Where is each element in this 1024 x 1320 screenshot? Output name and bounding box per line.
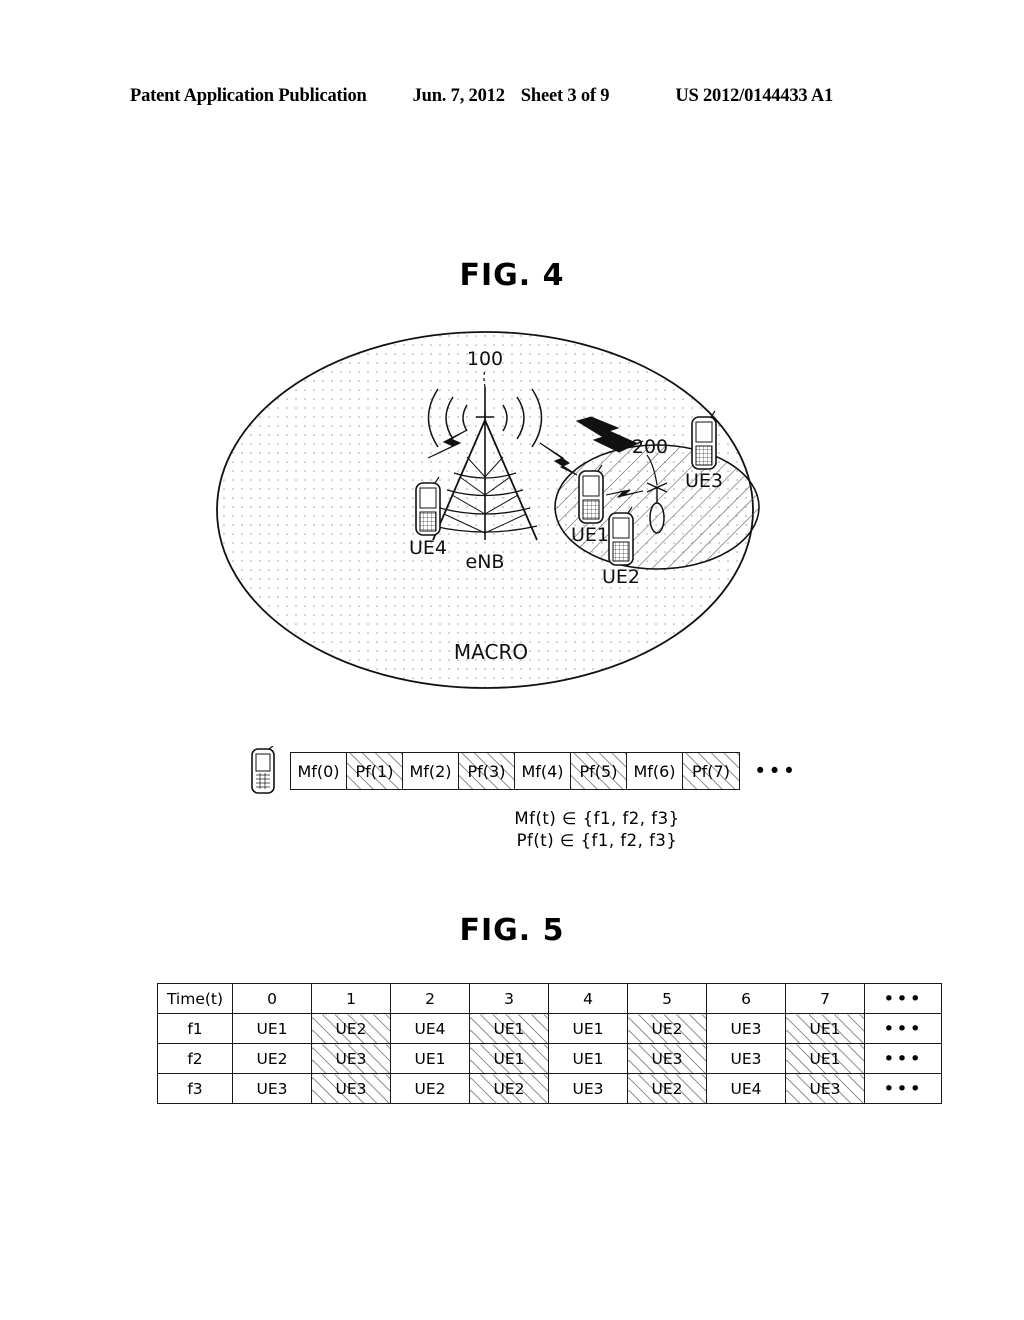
- table-cell-f2-6: UE3: [706, 1043, 786, 1074]
- figure-4-network-diagram: 100 eNB 200 UE4 UE1 UE2 UE3 MACRO: [195, 325, 775, 705]
- table-cell-f2-1: UE3: [311, 1043, 391, 1074]
- table-row: f1 UE1 UE2 UE4 UE1 UE1 UE2 UE3 UE1 •••: [157, 1013, 942, 1044]
- table-cell-f1-7: UE1: [785, 1013, 865, 1044]
- frame-cell-1: Pf(1): [347, 753, 403, 789]
- table-column-header-6: 6: [706, 983, 786, 1014]
- ue-phone-icon: [251, 746, 275, 794]
- small-cell-reference-number: 200: [632, 436, 668, 458]
- table-cell-f3-0: UE3: [232, 1073, 312, 1104]
- table-row-label-f2: f2: [157, 1043, 233, 1074]
- table-cell-f1-2: UE4: [390, 1013, 470, 1044]
- ue1-label: UE1: [571, 524, 609, 546]
- table-cell-f3-1: UE3: [311, 1073, 391, 1104]
- table-column-header-0: 0: [232, 983, 312, 1014]
- frame-sequence-row: Mf(0) Pf(1) Mf(2) Pf(3) Mf(4) Pf(5) Mf(6) Pf(7)…: [290, 752, 797, 790]
- table-header-row: Time(t) 0 1 2 3 4 5 6 7 •••: [157, 983, 942, 1014]
- page-header: Patent Application Publication Jun. 7, 2…: [130, 86, 894, 112]
- table-column-header-4: 4: [548, 983, 628, 1014]
- frame-cell-2: Mf(2): [403, 753, 459, 789]
- frame-cell-0: Mf(0): [291, 753, 347, 789]
- frame-cell-7: Pf(7): [683, 753, 739, 789]
- table-row: f3 UE3 UE3 UE2 UE2 UE3 UE2 UE4 UE3 •••: [157, 1073, 942, 1104]
- frame-cell-4: Mf(4): [515, 753, 571, 789]
- header-sheet-label: Sheet 3 of 9: [520, 86, 610, 106]
- table-cell-f1-1: UE2: [311, 1013, 391, 1044]
- table-cell-f1-5: UE2: [627, 1013, 707, 1044]
- table-cell-f3-2: UE2: [390, 1073, 470, 1104]
- enb-label: eNB: [466, 551, 505, 573]
- table-cell-f3-6: UE4: [706, 1073, 786, 1104]
- ue4-label: UE4: [409, 537, 447, 559]
- frame-sequence-diagram: Mf(0) Pf(1) Mf(2) Pf(3) Mf(4) Pf(5) Mf(6) Pf(7)…: [248, 742, 795, 806]
- table-column-header-2: 2: [390, 983, 470, 1014]
- ue4-phone-icon: [415, 476, 441, 536]
- header-patent-number: US 2012/0144433 A1: [675, 86, 834, 106]
- table-cell-ellipsis-f2: •••: [864, 1043, 942, 1074]
- table-cell-f1-4: UE1: [548, 1013, 628, 1044]
- table-cell-f2-5: UE3: [627, 1043, 707, 1074]
- table-cell-f3-5: UE2: [627, 1073, 707, 1104]
- table-cell-f3-4: UE3: [548, 1073, 628, 1104]
- table-column-header-5: 5: [627, 983, 707, 1014]
- mf-set-notation: Mf(t) ∈ {f1, f2, f3}: [514, 809, 680, 828]
- frame-cell-5: Pf(5): [571, 753, 627, 789]
- table-row-label-f1: f1: [157, 1013, 233, 1044]
- macro-cell-label: MACRO: [454, 640, 528, 664]
- table-cell-f2-7: UE1: [785, 1043, 865, 1074]
- table-column-header-3: 3: [469, 983, 549, 1014]
- table-row: f2 UE2 UE3 UE1 UE1 UE1 UE3 UE3 UE1 •••: [157, 1043, 942, 1074]
- table-cell-f2-0: UE2: [232, 1043, 312, 1074]
- figure-5-allocation-table: Time(t) 0 1 2 3 4 5 6 7 ••• f1 UE1 UE2 UE4 UE1 UE1 UE2…: [157, 983, 942, 1104]
- table-cell-f1-3: UE1: [469, 1013, 549, 1044]
- frame-cell-list: Mf(0) Pf(1) Mf(2) Pf(3) Mf(4) Pf(5) Mf(6) Pf(7): [290, 752, 740, 790]
- table-column-header-7: 7: [785, 983, 865, 1014]
- header-publication-label: Patent Application Publication: [130, 86, 367, 106]
- header-date-label: Jun. 7, 2012: [412, 86, 505, 106]
- frame-ellipsis: •••: [754, 759, 798, 783]
- table-cell-f2-4: UE1: [548, 1043, 628, 1074]
- ue3-label: UE3: [685, 470, 723, 492]
- table-row-label-f3: f3: [157, 1073, 233, 1104]
- ue2-phone-icon: [608, 506, 634, 566]
- table-cell-f2-2: UE1: [390, 1043, 470, 1074]
- frequency-set-notation: Mf(t) ∈ {f1, f2, f3} Pf(t) ∈ {f1, f2, f3…: [0, 808, 1024, 852]
- ue2-label: UE2: [602, 566, 640, 588]
- table-cell-f1-6: UE3: [706, 1013, 786, 1044]
- table-cell-f3-7: UE3: [785, 1073, 865, 1104]
- table-cell-f3-3: UE2: [469, 1073, 549, 1104]
- pf-set-notation: Pf(t) ∈ {f1, f2, f3}: [516, 831, 678, 850]
- frame-cell-3: Pf(3): [459, 753, 515, 789]
- figure-5-title: FIG. 5: [459, 913, 565, 948]
- figure-4-title: FIG. 4: [459, 258, 565, 293]
- ue1-phone-icon: [578, 464, 604, 524]
- ue3-phone-icon: [691, 410, 717, 470]
- table-cell-f2-3: UE1: [469, 1043, 549, 1074]
- table-cell-ellipsis-f1: •••: [864, 1013, 942, 1044]
- table-column-header-ellipsis: •••: [864, 983, 942, 1014]
- table-cell-f1-0: UE1: [232, 1013, 312, 1044]
- frame-cell-6: Mf(6): [627, 753, 683, 789]
- enb-reference-number: 100: [467, 348, 503, 370]
- table-cell-ellipsis-f3: •••: [864, 1073, 942, 1104]
- table-corner-header: Time(t): [157, 983, 233, 1014]
- table-column-header-1: 1: [311, 983, 391, 1014]
